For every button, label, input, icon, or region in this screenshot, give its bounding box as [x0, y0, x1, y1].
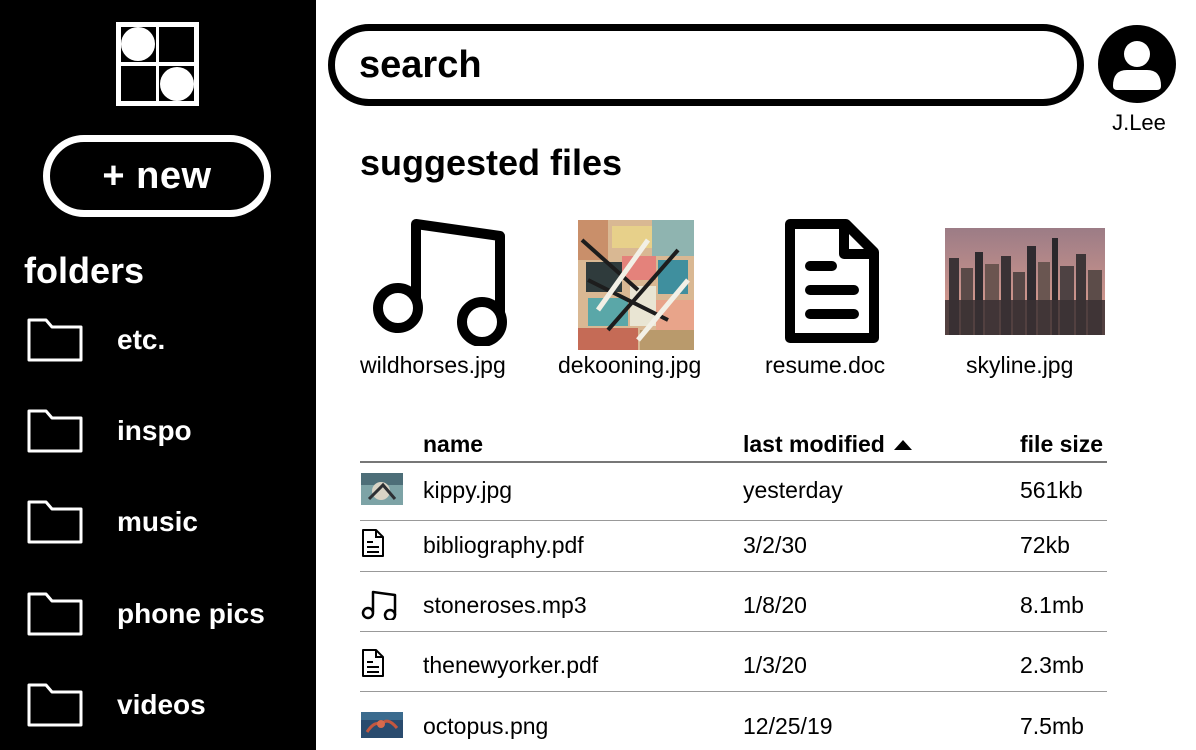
suggested-file[interactable]: wildhorses.jpg — [360, 216, 520, 386]
music-note-icon — [373, 219, 507, 346]
column-header-file-size[interactable]: file size — [1020, 431, 1103, 458]
user-name: J.Lee — [1112, 110, 1166, 135]
file-name: octopus.png — [423, 713, 549, 739]
new-button[interactable]: + new — [43, 135, 271, 217]
sidebar: + new folders etc. inspo music phone pic… — [0, 0, 316, 750]
file-modified: 1/3/20 — [743, 652, 807, 678]
table-row[interactable]: octopus.png 12/25/19 7.5mb — [360, 692, 1107, 750]
suggested-file-name: resume.doc — [765, 352, 886, 378]
user-avatar[interactable] — [1097, 24, 1177, 104]
file-size: 2.3mb — [1020, 652, 1084, 678]
folder-icon — [27, 318, 83, 362]
document-icon — [785, 219, 879, 343]
file-modified: yesterday — [743, 477, 843, 503]
column-header-name[interactable]: name — [423, 431, 483, 458]
app-logo[interactable] — [116, 22, 199, 106]
folder-item-music[interactable]: music — [26, 498, 306, 546]
skyline-thumbnail — [945, 228, 1105, 335]
folder-item-inspo[interactable]: inspo — [26, 407, 306, 455]
file-modified: 12/25/19 — [743, 713, 833, 739]
file-modified: 3/2/30 — [743, 532, 807, 558]
folder-label: videos — [117, 689, 206, 720]
file-size: 561kb — [1020, 477, 1083, 503]
suggested-file-name: skyline.jpg — [966, 352, 1074, 378]
dekooning-thumbnail — [578, 220, 694, 350]
folder-icon — [27, 683, 83, 727]
suggested-file[interactable]: dekooning.jpg — [557, 216, 717, 386]
folder-label: inspo — [117, 415, 192, 446]
document-icon — [362, 529, 384, 557]
column-header-label: last modified — [743, 431, 885, 457]
table-row[interactable]: bibliography.pdf 3/2/30 72kb — [360, 516, 1107, 572]
folder-item-etc[interactable]: etc. — [26, 316, 306, 364]
music-note-icon — [361, 590, 397, 620]
user-icon — [1098, 25, 1176, 103]
image-thumbnail — [361, 712, 403, 738]
file-size: 7.5mb — [1020, 713, 1084, 739]
sort-ascending-icon — [893, 439, 912, 450]
folder-label: music — [117, 506, 198, 537]
suggested-file-name: dekooning.jpg — [558, 352, 702, 378]
file-modified: 1/8/20 — [743, 592, 807, 618]
folder-item-phone-pics[interactable]: phone pics — [26, 590, 306, 638]
table-row[interactable]: stoneroses.mp3 1/8/20 8.1mb — [360, 572, 1107, 632]
file-size: 8.1mb — [1020, 592, 1084, 618]
table-row[interactable]: kippy.jpg yesterday 561kb — [360, 463, 1107, 521]
suggested-file[interactable]: resume.doc — [765, 216, 905, 386]
document-icon — [362, 649, 384, 677]
column-header-last-modified[interactable]: last modified — [743, 431, 913, 458]
suggested-file-name: wildhorses.jpg — [360, 352, 506, 378]
suggested-files-heading: suggested files — [360, 142, 623, 183]
file-name: kippy.jpg — [423, 477, 513, 503]
folder-icon — [27, 592, 83, 636]
file-name: bibliography.pdf — [423, 532, 584, 558]
folder-icon — [27, 409, 83, 453]
search-bar[interactable] — [328, 24, 1084, 106]
folder-item-videos[interactable]: videos — [26, 681, 306, 729]
search-input[interactable] — [359, 43, 1039, 87]
folders-heading: folders — [24, 250, 145, 291]
folder-icon — [27, 500, 83, 544]
file-name: thenewyorker.pdf — [423, 652, 599, 678]
folder-label: etc. — [117, 324, 166, 355]
table-row[interactable]: thenewyorker.pdf 1/3/20 2.3mb — [360, 632, 1107, 692]
file-name: stoneroses.mp3 — [423, 592, 587, 618]
folder-label: phone pics — [117, 598, 265, 629]
image-thumbnail — [361, 473, 403, 505]
suggested-file[interactable]: skyline.jpg — [944, 216, 1106, 386]
file-size: 72kb — [1020, 532, 1070, 558]
